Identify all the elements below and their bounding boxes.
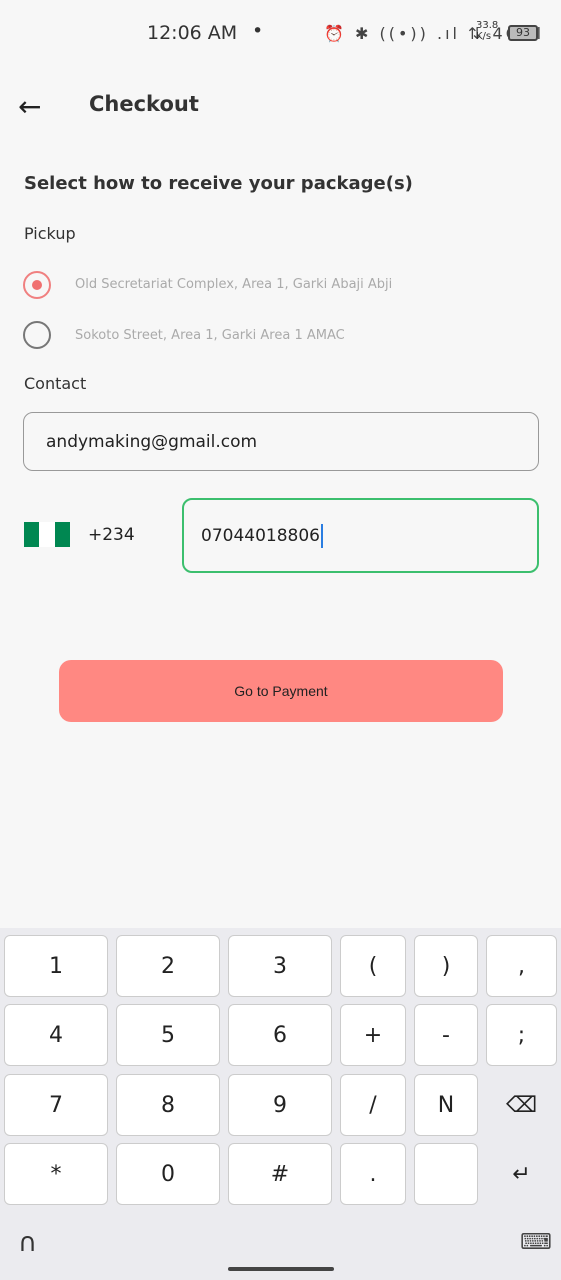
keyboard-key[interactable]: * <box>4 1143 108 1205</box>
nav-gesture-handle[interactable] <box>228 1267 334 1271</box>
phone-value: 07044018806 <box>201 525 320 546</box>
contact-label: Contact <box>24 374 87 393</box>
keyboard-key[interactable]: N <box>414 1074 478 1136</box>
keyboard-key[interactable]: 1 <box>4 935 108 997</box>
back-arrow-icon[interactable]: ← <box>18 90 41 123</box>
enter-key[interactable]: ↵ <box>486 1143 557 1205</box>
keyboard-key[interactable]: - <box>414 1004 478 1066</box>
keyboard-key[interactable]: 4 <box>4 1004 108 1066</box>
keyboard-key[interactable]: 6 <box>228 1004 332 1066</box>
keyboard-key[interactable]: 8 <box>116 1074 220 1136</box>
pickup-radio-selected[interactable] <box>23 271 51 299</box>
keyboard-key[interactable]: 2 <box>116 935 220 997</box>
email-value: andymaking@gmail.com <box>46 431 258 452</box>
pickup-option-label[interactable]: Old Secretariat Complex, Area 1, Garki A… <box>75 277 392 292</box>
keyboard-key[interactable]: # <box>228 1143 332 1205</box>
text-caret <box>320 523 323 548</box>
keyboard-key[interactable]: 5 <box>116 1004 220 1066</box>
nigeria-flag-icon[interactable] <box>24 522 70 547</box>
keyboard-hide-icon[interactable]: ⌨ <box>520 1230 552 1255</box>
keyboard-key[interactable]: 3 <box>228 935 332 997</box>
keyboard-key[interactable]: ( <box>340 935 406 997</box>
keyboard-key[interactable]: + <box>340 1004 406 1066</box>
keyboard-menu-icon[interactable]: ∩ <box>18 1228 37 1258</box>
email-field[interactable]: andymaking@gmail.com <box>23 412 539 471</box>
keyboard-key[interactable]: 0 <box>116 1143 220 1205</box>
keyboard-key[interactable]: ; <box>486 1004 557 1066</box>
keyboard-key[interactable]: , <box>486 935 557 997</box>
phone-field[interactable]: 07044018806 <box>182 498 539 573</box>
status-dot: • <box>252 20 264 42</box>
status-time: 12:06 AM <box>147 22 238 44</box>
network-speed: 33.8 K/s <box>476 20 499 42</box>
battery-icon: 93 <box>508 25 538 41</box>
page-title: Checkout <box>89 92 199 116</box>
pickup-radio[interactable] <box>23 321 51 349</box>
country-code[interactable]: +234 <box>88 525 135 545</box>
keyboard-key[interactable] <box>414 1143 478 1205</box>
keyboard-key[interactable]: 9 <box>228 1074 332 1136</box>
keyboard-key[interactable]: . <box>340 1143 406 1205</box>
status-bar: 12:06 AM • ⏰ ✱ ((•)) .ıl ⇅ 4G.ıl 33.8 K/… <box>0 20 561 48</box>
pickup-label: Pickup <box>24 224 76 243</box>
keyboard-key[interactable]: 7 <box>4 1074 108 1136</box>
go-to-payment-button[interactable]: Go to Payment <box>59 660 503 722</box>
keyboard-key[interactable]: / <box>340 1074 406 1136</box>
pickup-option-label[interactable]: Sokoto Street, Area 1, Garki Area 1 AMAC <box>75 328 345 343</box>
keyboard-key[interactable]: ) <box>414 935 478 997</box>
delivery-heading: Select how to receive your package(s) <box>24 173 413 194</box>
backspace-key[interactable]: ⌫ <box>486 1074 557 1136</box>
